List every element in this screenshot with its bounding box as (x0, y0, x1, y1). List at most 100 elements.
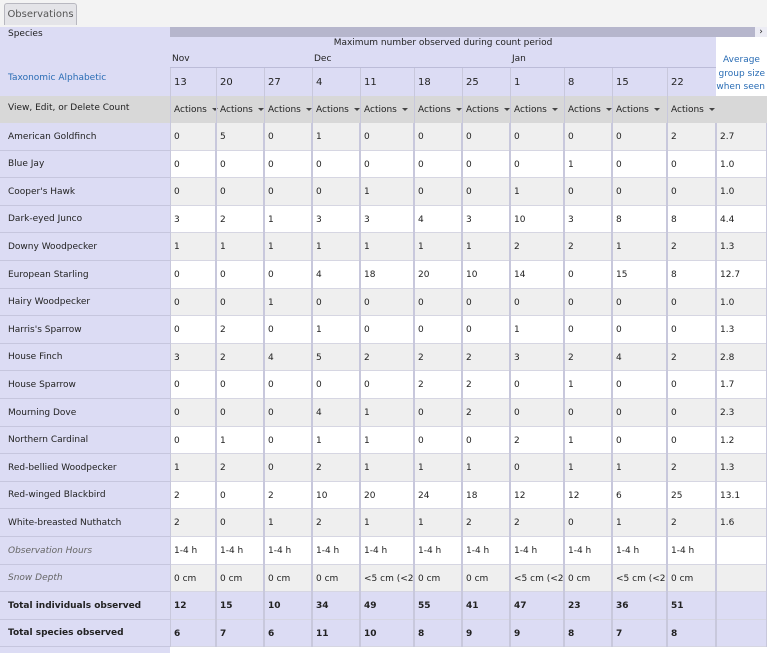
count-cell: 0 (170, 123, 216, 151)
count-cell: 0 (312, 371, 360, 399)
count-cell: 0 (414, 316, 462, 344)
count-cell: 0 (667, 399, 716, 427)
count-cell: 55 (414, 592, 462, 620)
actions-dropdown[interactable]: Actions (312, 96, 360, 123)
row-label[interactable]: Harris's Sparrow (0, 316, 170, 344)
count-cell: 0 (170, 178, 216, 206)
actions-dropdown[interactable]: Actions (667, 96, 716, 123)
count-cell: 1-4 h (312, 537, 360, 565)
count-cell: 0 (216, 399, 264, 427)
count-cell: 47 (510, 592, 564, 620)
average-cell: 1.0 (716, 178, 767, 206)
count-cell: 18 (462, 482, 510, 509)
average-label-3: when seen (716, 82, 765, 92)
average-cell: 13.1 (716, 482, 767, 509)
count-cell: 1 (216, 233, 264, 261)
count-cell: 1 (264, 509, 312, 537)
actions-dropdown[interactable]: Actions (264, 96, 312, 123)
month-label: Nov (172, 54, 190, 64)
count-cell: 8 (667, 261, 716, 289)
count-cell: 8 (564, 620, 612, 647)
row-label[interactable]: Cooper's Hawk (0, 178, 170, 206)
count-cell: 0 cm (264, 565, 312, 592)
count-cell: 6 (170, 620, 216, 647)
count-cell: 0 (360, 289, 414, 316)
count-cell: 0 (312, 289, 360, 316)
count-cell: 1 (360, 178, 414, 206)
count-cell: 1 (612, 233, 667, 261)
count-cell: 1-4 h (414, 537, 462, 565)
actions-dropdown[interactable]: Actions (510, 96, 564, 123)
row-label[interactable]: House Sparrow (0, 371, 170, 399)
actions-dropdown[interactable]: Actions (414, 96, 462, 123)
count-cell: 0 (360, 371, 414, 399)
count-cell: 5 (312, 344, 360, 371)
count-cell: 1 (312, 427, 360, 454)
count-cell: 0 (612, 316, 667, 344)
average-cell: 1.0 (716, 151, 767, 178)
row-label[interactable]: European Starling (0, 261, 170, 289)
row-label[interactable]: Red-winged Blackbird (0, 482, 170, 509)
actions-label: Actions (364, 104, 397, 115)
count-cell: 1 (170, 233, 216, 261)
actions-dropdown[interactable]: Actions (360, 96, 414, 123)
average-cell: 2.7 (716, 123, 767, 151)
row-label[interactable]: Blue Jay (0, 151, 170, 178)
count-cell: 1 (564, 454, 612, 482)
actions-label: Actions (174, 104, 207, 115)
actions-label: Actions (418, 104, 451, 115)
count-cell: 0 (170, 399, 216, 427)
caret-down-icon (305, 108, 312, 111)
actions-label: Actions (616, 104, 649, 115)
count-cell: 1 (264, 206, 312, 233)
count-cell: 0 (312, 151, 360, 178)
count-cell: 0 (216, 509, 264, 537)
count-cell: 1-4 h (510, 537, 564, 565)
row-label: Observation Hours (0, 537, 170, 565)
caret-down-icon (653, 108, 660, 111)
average-cell: 2.8 (716, 344, 767, 371)
average-label-2: group size (718, 69, 765, 79)
row-label[interactable]: House Finch (0, 344, 170, 371)
horizontal-scrollbar[interactable] (170, 27, 767, 37)
row-label[interactable]: Red-bellied Woodpecker (0, 454, 170, 482)
row-label[interactable]: White-breasted Nuthatch (0, 509, 170, 537)
count-cell: 1 (360, 509, 414, 537)
count-cell: 8 (414, 620, 462, 647)
count-cell: 3 (510, 344, 564, 371)
count-cell: 2 (667, 509, 716, 537)
count-cell: 1 (414, 454, 462, 482)
row-label[interactable]: American Goldfinch (0, 123, 170, 151)
taxonomic-alphabetic-link[interactable]: Taxonomic Alphabetic (8, 73, 106, 83)
count-cell: 0 (564, 261, 612, 289)
actions-dropdown[interactable]: Actions (462, 96, 510, 123)
average-label-1[interactable]: Average (716, 55, 767, 65)
count-cell: 0 (170, 427, 216, 454)
count-cell: 2 (510, 509, 564, 537)
tab-observations[interactable]: Observations (4, 3, 77, 25)
row-label[interactable]: Downy Woodpecker (0, 233, 170, 261)
actions-dropdown[interactable]: Actions (216, 96, 264, 123)
row-label[interactable]: Mourning Dove (0, 399, 170, 427)
count-cell: 24 (414, 482, 462, 509)
row-label[interactable]: Northern Cardinal (0, 427, 170, 454)
actions-dropdown[interactable]: Actions (170, 96, 218, 123)
count-cell: 2 (462, 344, 510, 371)
count-cell: 1 (360, 399, 414, 427)
actions-dropdown[interactable]: Actions (612, 96, 667, 123)
count-cell: 0 (414, 151, 462, 178)
count-cell: 2 (360, 344, 414, 371)
actions-label: Actions (671, 104, 704, 115)
row-label[interactable]: Hairy Woodpecker (0, 289, 170, 316)
count-cell: 20 (414, 261, 462, 289)
row-label[interactable]: Dark-eyed Junco (0, 206, 170, 233)
count-cell: 25 (667, 482, 716, 509)
date-header: 22 (667, 68, 716, 96)
count-cell: 0 (564, 178, 612, 206)
count-cell: 3 (360, 206, 414, 233)
count-cell: 20 (360, 482, 414, 509)
actions-dropdown[interactable]: Actions (564, 96, 612, 123)
scroll-right-icon[interactable]: › (755, 27, 767, 37)
count-cell: 0 (462, 316, 510, 344)
average-cell: 1.3 (716, 233, 767, 261)
